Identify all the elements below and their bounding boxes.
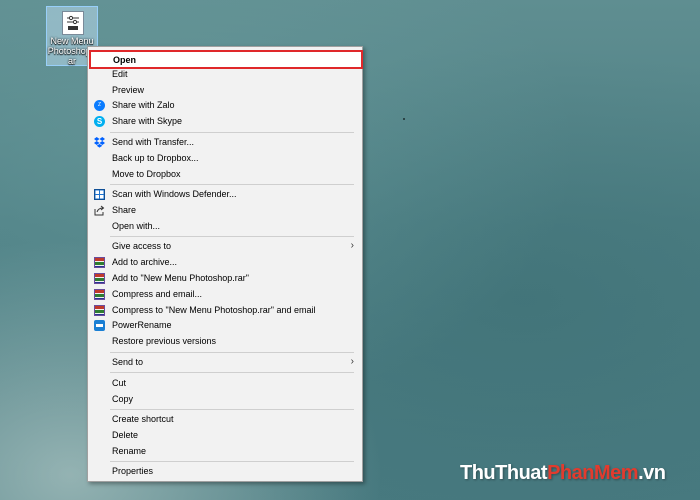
menu-item-label: Back up to Dropbox... — [112, 153, 199, 163]
menu-item-label: Scan with Windows Defender... — [112, 189, 237, 199]
menu-item-label: Cut — [112, 378, 127, 388]
menu-item-label: Send with Transfer... — [112, 137, 195, 147]
desktop-speck — [403, 118, 405, 120]
context-menu: Open Edit Preview Z Share with Zalo S Sh… — [87, 46, 363, 482]
windows-defender-icon — [94, 189, 105, 200]
menu-item-label: Give access to — [112, 241, 172, 251]
menu-item-label: Add to "New Menu Photoshop.rar" — [112, 273, 249, 283]
menu-item-edit[interactable]: Edit — [88, 67, 362, 82]
dropbox-icon — [94, 137, 105, 148]
menu-item-label: Restore previous versions — [112, 336, 217, 346]
menu-item-preview[interactable]: Preview — [88, 83, 362, 98]
winrar-icon — [94, 257, 105, 268]
winrar-icon — [94, 289, 105, 300]
menu-item-label: PowerRename — [112, 320, 172, 330]
menu-item-restore-versions[interactable]: Restore previous versions — [88, 334, 362, 349]
menu-item-label: Edit — [112, 69, 128, 79]
menu-item-label: Delete — [112, 430, 139, 440]
menu-item-give-access[interactable]: Give access to › — [88, 239, 362, 254]
menu-item-cut[interactable]: Cut — [88, 376, 362, 391]
menu-item-label: Move to Dropbox — [112, 169, 181, 179]
menu-item-compress-email[interactable]: Compress and email... — [88, 287, 362, 302]
rar-file-icon — [62, 11, 84, 35]
menu-item-create-shortcut[interactable]: Create shortcut — [88, 412, 362, 427]
menu-separator — [110, 461, 354, 462]
skype-icon: S — [94, 116, 105, 127]
menu-item-label: Share with Skype — [112, 116, 183, 126]
menu-separator — [110, 184, 354, 185]
menu-item-label: Share with Zalo — [112, 100, 175, 110]
menu-separator — [110, 372, 354, 373]
menu-separator — [110, 352, 354, 353]
menu-item-share-zalo[interactable]: Z Share with Zalo — [88, 98, 362, 113]
menu-separator — [110, 236, 354, 237]
menu-separator — [110, 132, 354, 133]
menu-item-backup-dropbox[interactable]: Back up to Dropbox... — [88, 151, 362, 166]
menu-item-powerrename[interactable]: PowerRename — [88, 318, 362, 333]
share-icon — [94, 205, 105, 216]
menu-item-add-archive[interactable]: Add to archive... — [88, 255, 362, 270]
menu-item-share-skype[interactable]: S Share with Skype — [88, 114, 362, 129]
menu-item-move-dropbox[interactable]: Move to Dropbox — [88, 167, 362, 182]
powerrename-icon — [94, 320, 105, 331]
menu-item-label: Add to archive... — [112, 257, 178, 267]
menu-item-add-to-rar[interactable]: Add to "New Menu Photoshop.rar" — [88, 271, 362, 286]
menu-item-label: Preview — [112, 85, 145, 95]
zalo-icon: Z — [94, 100, 105, 111]
menu-item-open-with[interactable]: Open with... — [88, 219, 362, 234]
menu-item-send-with-transfer[interactable]: Send with Transfer... — [88, 135, 362, 150]
menu-item-label: Compress to "New Menu Photoshop.rar" and… — [112, 305, 316, 315]
winrar-icon — [94, 305, 105, 316]
chevron-right-icon: › — [350, 240, 354, 251]
menu-item-properties[interactable]: Properties — [88, 464, 362, 479]
menu-item-label: Open — [113, 55, 137, 65]
menu-item-label: Copy — [112, 394, 134, 404]
menu-item-label: Compress and email... — [112, 289, 203, 299]
winrar-icon — [94, 273, 105, 284]
menu-item-label: Open with... — [112, 221, 161, 231]
menu-item-label: Rename — [112, 446, 147, 456]
menu-item-compress-to-rar-email[interactable]: Compress to "New Menu Photoshop.rar" and… — [88, 303, 362, 318]
menu-item-label: Share — [112, 205, 137, 215]
menu-item-delete[interactable]: Delete — [88, 428, 362, 443]
site-watermark: ThuThuatPhanMem.vn — [460, 462, 666, 484]
menu-item-label: Properties — [112, 466, 154, 476]
menu-item-share[interactable]: Share — [88, 203, 362, 218]
menu-item-scan-defender[interactable]: Scan with Windows Defender... — [88, 187, 362, 202]
chevron-right-icon: › — [350, 356, 354, 367]
menu-item-send-to[interactable]: Send to › — [88, 355, 362, 370]
menu-item-label: Send to — [112, 357, 144, 367]
menu-separator — [110, 409, 354, 410]
menu-item-label: Create shortcut — [112, 414, 174, 424]
menu-item-rename[interactable]: Rename — [88, 444, 362, 459]
menu-item-copy[interactable]: Copy — [88, 392, 362, 407]
